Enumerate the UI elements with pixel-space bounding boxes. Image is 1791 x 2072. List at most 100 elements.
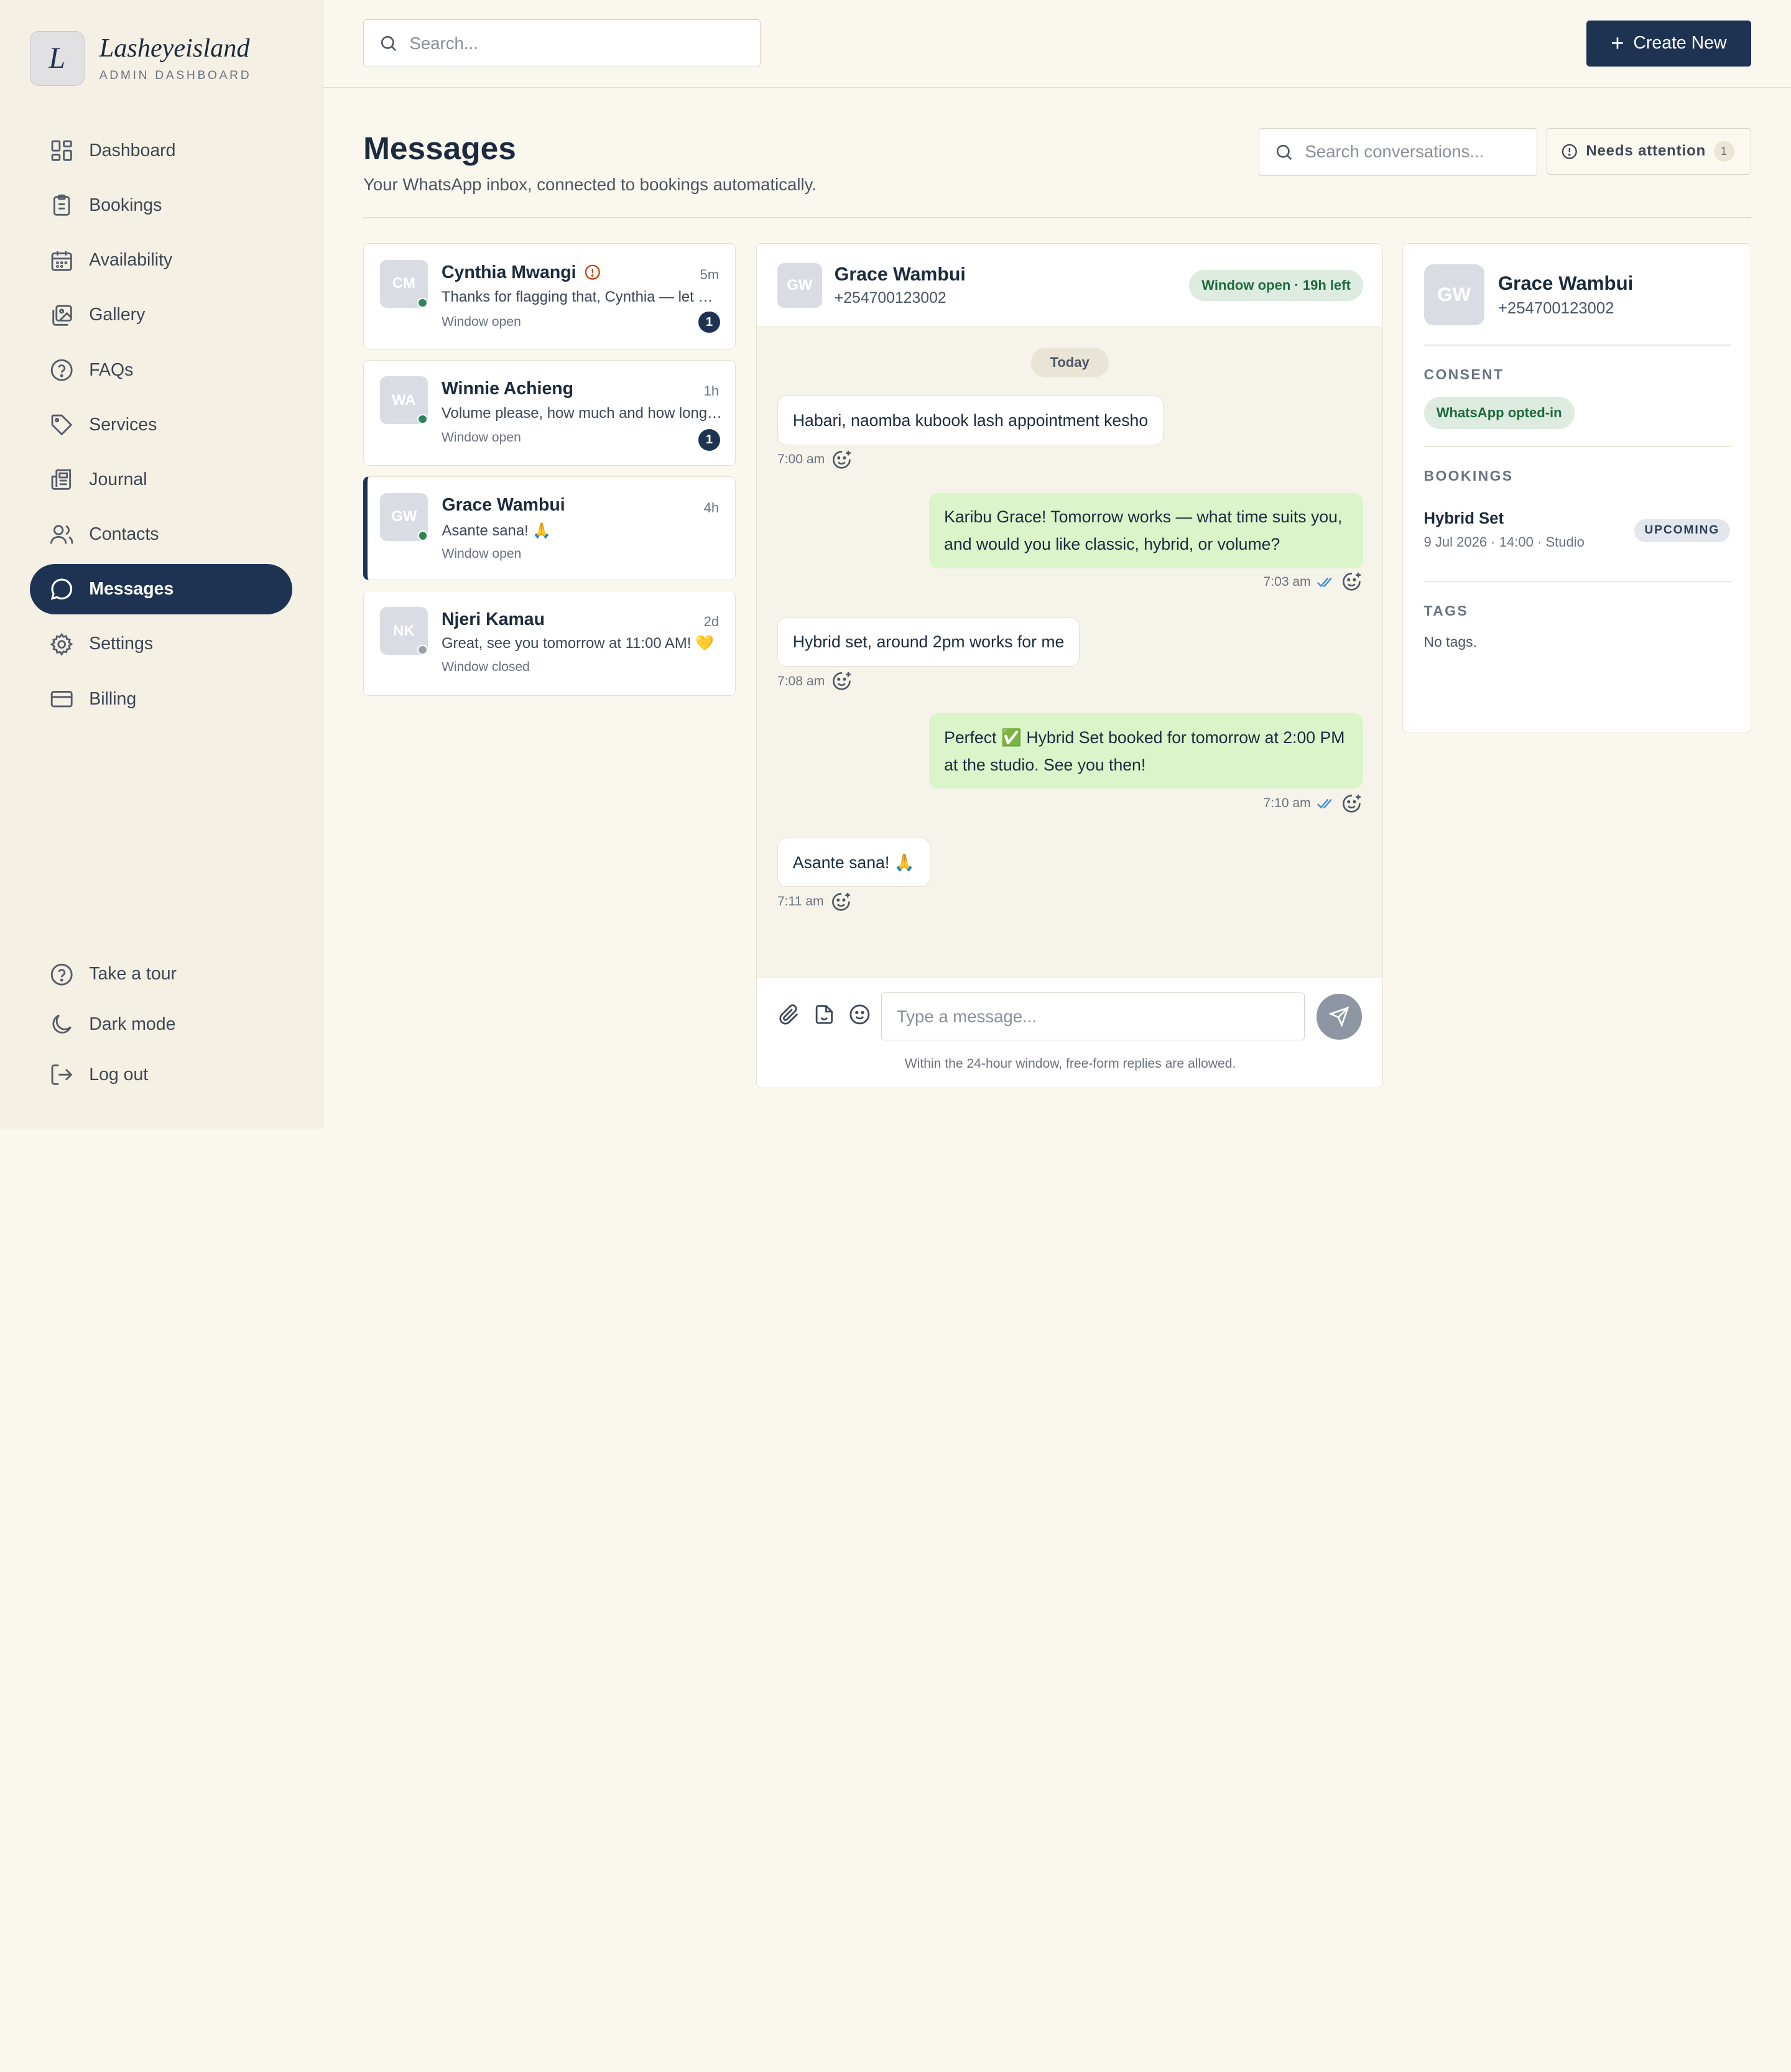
conversation-time: 4h (703, 499, 720, 516)
calendar-icon (49, 248, 74, 273)
chat-header: GW Grace Wambui +254700123002 Window ope… (756, 244, 1383, 328)
alert-circle-icon (1561, 143, 1578, 160)
sidebar-item-messages[interactable]: Messages (29, 564, 293, 615)
search-icon (379, 34, 398, 53)
booking-title: Hybrid Set (1423, 510, 1504, 528)
sidebar-item-gallery[interactable]: Gallery (30, 290, 292, 341)
plus-icon: + (1611, 30, 1624, 57)
message-time: 7:00 am (777, 452, 825, 467)
add-reaction-icon[interactable] (830, 890, 853, 913)
contact-details-panel: GW Grace Wambui +254700123002 CONSENT Wh… (1402, 243, 1751, 734)
brand-name: Lasheyeisland (99, 34, 250, 63)
window-status: Window closed (441, 659, 530, 674)
tag-icon (49, 412, 74, 437)
sidebar-item-billing[interactable]: Billing (30, 674, 292, 724)
paperclip-icon[interactable] (777, 1003, 802, 1028)
emoji-icon[interactable] (848, 1003, 873, 1028)
sidebar-item-availability[interactable]: Availability (30, 235, 292, 285)
send-button[interactable] (1316, 994, 1363, 1040)
newspaper-icon (49, 467, 74, 492)
template-icon[interactable] (813, 1003, 838, 1028)
avatar: GW (777, 263, 822, 308)
sidebar-nav: Dashboard Bookings Availability Gallery … (29, 126, 293, 729)
logout-label: Log out (89, 1064, 149, 1085)
add-reaction-icon[interactable] (1340, 792, 1363, 815)
users-icon (49, 522, 74, 547)
needs-attention-filter[interactable]: Needs attention 1 (1546, 127, 1751, 175)
chat-bubble-icon (49, 576, 74, 601)
message-meta: 7:03 am (1263, 570, 1363, 593)
brand[interactable]: L Lasheyeisland ADMIN DASHBOARD (29, 30, 252, 86)
conversation-item-active[interactable]: GW Grace Wambui 4h Asante sana! 🙏 Window… (363, 476, 736, 581)
window-status: Window open (441, 315, 521, 330)
contact-name: Njeri Kamau (441, 609, 545, 629)
needs-attention-label: Needs attention (1586, 142, 1706, 160)
conversation-search-input[interactable] (1305, 142, 1537, 162)
conversation-preview: Asante sana! 🙏 (442, 522, 552, 539)
logout-icon (49, 1062, 74, 1087)
help-circle-icon (49, 962, 74, 987)
add-reaction-icon[interactable] (1340, 570, 1363, 593)
sidebar-item-label: Settings (89, 634, 154, 654)
brand-subtitle: ADMIN DASHBOARD (99, 69, 252, 83)
sidebar-item-label: Availability (89, 250, 173, 271)
message-input-field[interactable] (896, 1006, 1305, 1027)
chat-panel: GW Grace Wambui +254700123002 Window ope… (756, 243, 1384, 1089)
sidebar-item-contacts[interactable]: Contacts (30, 509, 292, 560)
message-meta: 7:00 am (777, 448, 853, 471)
message-time: 7:03 am (1263, 574, 1311, 589)
global-search-input[interactable] (409, 33, 761, 53)
conversation-time: 1h (703, 383, 720, 399)
grid-icon (49, 138, 74, 163)
create-new-button[interactable]: + Create New (1586, 21, 1751, 67)
global-search[interactable] (363, 19, 761, 68)
window-status: Window open (442, 546, 522, 561)
outgoing-message: Perfect ✅ Hybrid Set booked for tomorrow… (929, 713, 1364, 789)
logout-button[interactable]: Log out (30, 1050, 292, 1100)
take-tour-label: Take a tour (89, 964, 177, 984)
divider (1423, 446, 1731, 448)
sidebar-item-journal[interactable]: Journal (30, 455, 292, 505)
conversation-item[interactable]: CM Cynthia Mwangi 5m Thanks for flagging… (363, 243, 736, 350)
contact-name: Cynthia Mwangi (441, 262, 576, 282)
add-reaction-icon[interactable] (830, 448, 853, 471)
message-time: 7:10 am (1263, 796, 1311, 811)
window-status: Window open (441, 430, 521, 445)
divider (1423, 581, 1731, 582)
sidebar: L Lasheyeisland ADMIN DASHBOARD Dashboar… (0, 0, 323, 1129)
sidebar-item-label: Bookings (89, 195, 162, 216)
incoming-message: Asante sana! 🙏 (777, 838, 930, 887)
app-root: L Lasheyeisland ADMIN DASHBOARD Dashboar… (0, 0, 1791, 1129)
chat-contact-phone: +254700123002 (834, 289, 946, 307)
sidebar-item-settings[interactable]: Settings (30, 619, 292, 669)
sidebar-item-faqs[interactable]: FAQs (30, 345, 292, 395)
moon-icon (49, 1012, 74, 1037)
message-input[interactable] (881, 992, 1305, 1041)
composer-note: Within the 24-hour window, free-form rep… (904, 1057, 1236, 1071)
send-icon (1329, 1006, 1349, 1027)
sidebar-item-services[interactable]: Services (30, 400, 292, 450)
sidebar-item-label: FAQs (89, 359, 134, 380)
message-time: 7:08 am (777, 673, 825, 688)
composer: Within the 24-hour window, free-form rep… (756, 977, 1383, 1088)
sidebar-item-dashboard[interactable]: Dashboard (30, 126, 292, 176)
message-meta: 7:08 am (777, 670, 853, 693)
unread-badge: 1 (698, 311, 720, 333)
page-subtitle: Your WhatsApp inbox, connected to bookin… (363, 175, 817, 194)
conversation-time: 2d (703, 614, 720, 630)
consent-badge: WhatsApp opted-in (1423, 397, 1575, 429)
take-tour-button[interactable]: Take a tour (30, 949, 292, 999)
clipboard-icon (49, 193, 74, 218)
online-status-dot (417, 297, 428, 308)
incoming-message: Hybrid set, around 2pm works for me (777, 617, 1080, 667)
gear-icon (49, 632, 74, 657)
tags-empty: No tags. (1423, 633, 1477, 650)
conversation-item[interactable]: NK Njeri Kamau 2d Great, see you tomorro… (363, 590, 736, 696)
sidebar-item-label: Gallery (89, 305, 146, 325)
conversation-item[interactable]: WA Winnie Achieng 1h Volume please, how … (363, 359, 736, 466)
dark-mode-toggle[interactable]: Dark mode (30, 999, 292, 1050)
conversation-search[interactable] (1259, 127, 1538, 176)
add-reaction-icon[interactable] (830, 670, 853, 693)
sidebar-item-bookings[interactable]: Bookings (30, 180, 292, 231)
sidebar-item-label: Journal (89, 469, 147, 489)
